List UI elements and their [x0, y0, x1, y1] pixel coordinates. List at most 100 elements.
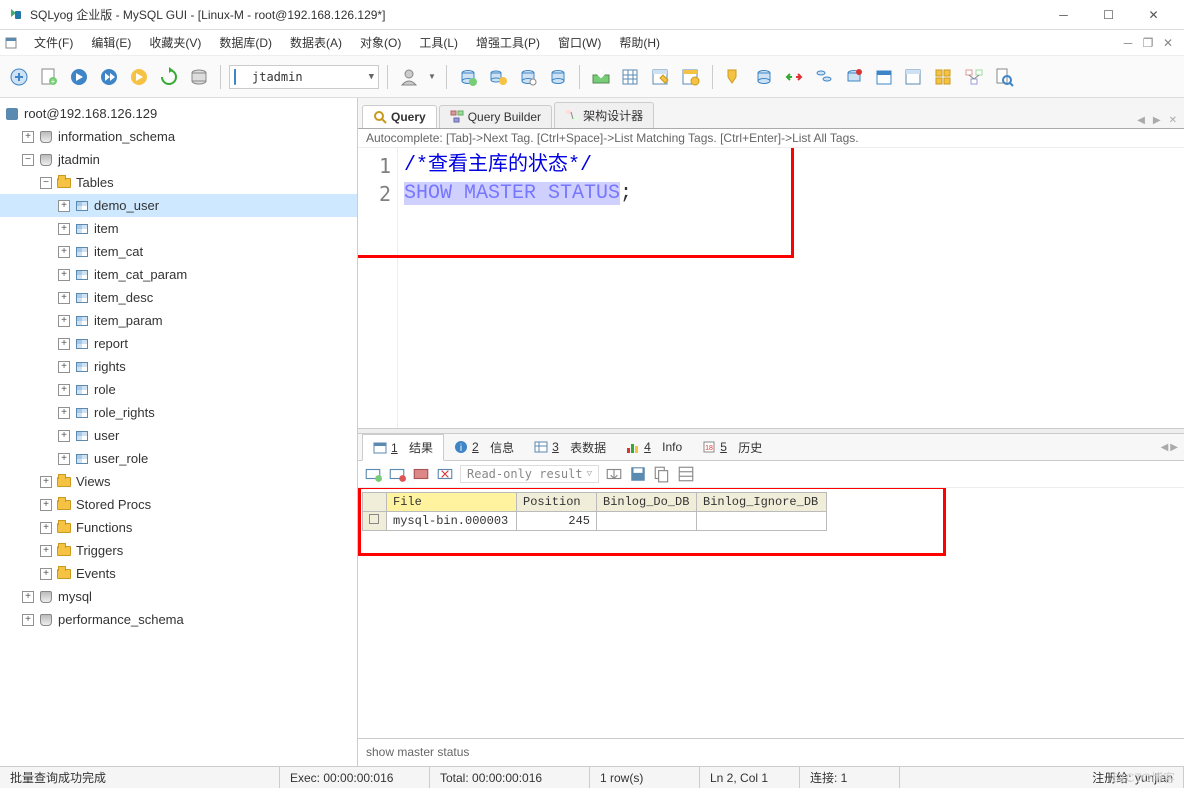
tab-schema-designer[interactable]: 架构设计器 — [554, 102, 654, 128]
result-tab-result[interactable]: 1 结果 — [362, 434, 444, 461]
result-tab-info[interactable]: i 2 信息 — [444, 435, 524, 460]
new-query-button[interactable]: + — [36, 64, 62, 90]
user-manager-dropdown[interactable]: ▼ — [426, 64, 438, 90]
tree-table[interactable]: +item — [0, 217, 357, 240]
tree-expander[interactable]: + — [40, 499, 52, 511]
tree-folder[interactable]: +Events — [0, 562, 357, 585]
tree-expander[interactable]: + — [22, 614, 34, 626]
tree-expander[interactable]: + — [58, 246, 70, 258]
save-changes-icon[interactable] — [412, 465, 430, 483]
menu-powertools[interactable]: 增强工具(P) — [468, 31, 548, 54]
tree-table[interactable]: +user_role — [0, 447, 357, 470]
user-manager-button[interactable] — [396, 64, 422, 90]
tree-table[interactable]: +rights — [0, 355, 357, 378]
import-button[interactable] — [588, 64, 614, 90]
add-row-icon[interactable] — [364, 465, 382, 483]
db-tool1-button[interactable] — [751, 64, 777, 90]
tree-expander[interactable]: − — [40, 177, 52, 189]
tree-expander[interactable]: + — [58, 223, 70, 235]
tab-query-builder[interactable]: Query Builder — [439, 105, 552, 128]
tree-table[interactable]: +item_desc — [0, 286, 357, 309]
menu-file[interactable]: 文件(F) — [26, 31, 81, 54]
tree-table[interactable]: +item_param — [0, 309, 357, 332]
mdi-minimize-icon[interactable]: ─ — [1120, 35, 1136, 51]
column-header[interactable]: Binlog_Ignore_DB — [697, 493, 827, 512]
column-header[interactable]: Binlog_Do_DB — [597, 493, 697, 512]
tree-folder[interactable]: +Functions — [0, 516, 357, 539]
flush-button[interactable] — [721, 64, 747, 90]
table-edit-button[interactable] — [648, 64, 674, 90]
tree-expander[interactable]: + — [40, 522, 52, 534]
tree-root[interactable]: root@192.168.126.129 — [0, 102, 357, 125]
tree-table[interactable]: +demo_user — [0, 194, 357, 217]
tree-table[interactable]: +item_cat — [0, 240, 357, 263]
tree-table[interactable]: +report — [0, 332, 357, 355]
tree-database[interactable]: +mysql — [0, 585, 357, 608]
execute-explain-button[interactable] — [126, 64, 152, 90]
db-diff2-button[interactable] — [781, 64, 807, 90]
execute-query-button[interactable] — [66, 64, 92, 90]
mdi-restore-icon[interactable]: ❐ — [1140, 35, 1156, 51]
object-browser[interactable]: root@192.168.126.129 +information_schema… — [0, 98, 358, 766]
menu-database[interactable]: 数据库(D) — [211, 31, 280, 54]
save-icon[interactable] — [629, 465, 647, 483]
grid-view-button[interactable] — [931, 64, 957, 90]
mdi-close-icon[interactable]: ✕ — [1160, 35, 1176, 51]
tabs-next-icon[interactable]: ▶ — [1150, 113, 1164, 128]
tree-folder[interactable]: +Views — [0, 470, 357, 493]
grid-cell[interactable]: mysql-bin.000003 — [387, 512, 517, 531]
column-header[interactable]: Position — [517, 493, 597, 512]
export-icon[interactable] — [605, 465, 623, 483]
tabs-prev-icon[interactable]: ◀ — [1134, 113, 1148, 128]
menu-edit[interactable]: 编辑(E) — [83, 31, 139, 54]
tree-database[interactable]: +information_schema — [0, 125, 357, 148]
tree-expander[interactable]: + — [40, 545, 52, 557]
delete-row-icon[interactable] — [388, 465, 406, 483]
copy-icon[interactable] — [653, 465, 671, 483]
table-props-button[interactable] — [901, 64, 927, 90]
tree-table[interactable]: +user — [0, 424, 357, 447]
menu-tools[interactable]: 工具(L) — [411, 31, 466, 54]
grid-cell[interactable] — [597, 512, 697, 531]
schema-button[interactable] — [961, 64, 987, 90]
db-copy-button[interactable] — [485, 64, 511, 90]
cancel-changes-icon[interactable] — [436, 465, 454, 483]
tree-expander[interactable]: + — [22, 591, 34, 603]
tree-expander[interactable]: + — [58, 361, 70, 373]
grid-cell[interactable]: 245 — [517, 512, 597, 531]
tree-folder[interactable]: +Triggers — [0, 539, 357, 562]
db-compare-button[interactable] — [811, 64, 837, 90]
stop-button[interactable] — [186, 64, 212, 90]
tree-expander[interactable]: + — [58, 200, 70, 212]
tree-expander[interactable]: + — [58, 384, 70, 396]
menu-window[interactable]: 窗口(W) — [550, 31, 609, 54]
tree-expander[interactable]: + — [58, 453, 70, 465]
menu-table[interactable]: 数据表(A) — [282, 31, 350, 54]
sql-editor[interactable]: 12 /*查看主库的状态*/ SHOW MASTER STATUS; — [358, 148, 1184, 428]
tree-table[interactable]: +role — [0, 378, 357, 401]
rtabs-next-icon[interactable]: ▶ — [1170, 442, 1178, 453]
calendar-button[interactable] — [871, 64, 897, 90]
execute-all-button[interactable] — [96, 64, 122, 90]
result-tab-tabledata[interactable]: 3 表数据 — [524, 435, 616, 460]
result-tab-history[interactable]: 18 5 历史 — [692, 435, 772, 460]
tab-query[interactable]: Query — [362, 105, 437, 128]
db-sync-button[interactable] — [455, 64, 481, 90]
tree-expander[interactable]: + — [40, 568, 52, 580]
table-grid-button[interactable] — [618, 64, 644, 90]
notifications-button[interactable] — [841, 64, 867, 90]
tree-folder[interactable]: +Stored Procs — [0, 493, 357, 516]
menu-help[interactable]: 帮助(H) — [611, 31, 668, 54]
find-button[interactable] — [991, 64, 1017, 90]
sql-code[interactable]: /*查看主库的状态*/ SHOW MASTER STATUS; — [398, 148, 1184, 428]
database-selector[interactable]: jtadmin ▼ — [229, 65, 379, 89]
tree-expander[interactable]: + — [58, 315, 70, 327]
minimize-button[interactable]: ─ — [1041, 1, 1086, 29]
result-tab-info2[interactable]: 4 Info — [616, 436, 692, 458]
tree-expander[interactable]: + — [22, 131, 34, 143]
new-connection-icon[interactable] — [4, 35, 20, 51]
refresh-button[interactable] — [156, 64, 182, 90]
tree-table[interactable]: +role_rights — [0, 401, 357, 424]
tree-expander[interactable]: + — [58, 269, 70, 281]
result-grid[interactable]: FilePositionBinlog_Do_DBBinlog_Ignore_DB… — [358, 488, 1184, 738]
